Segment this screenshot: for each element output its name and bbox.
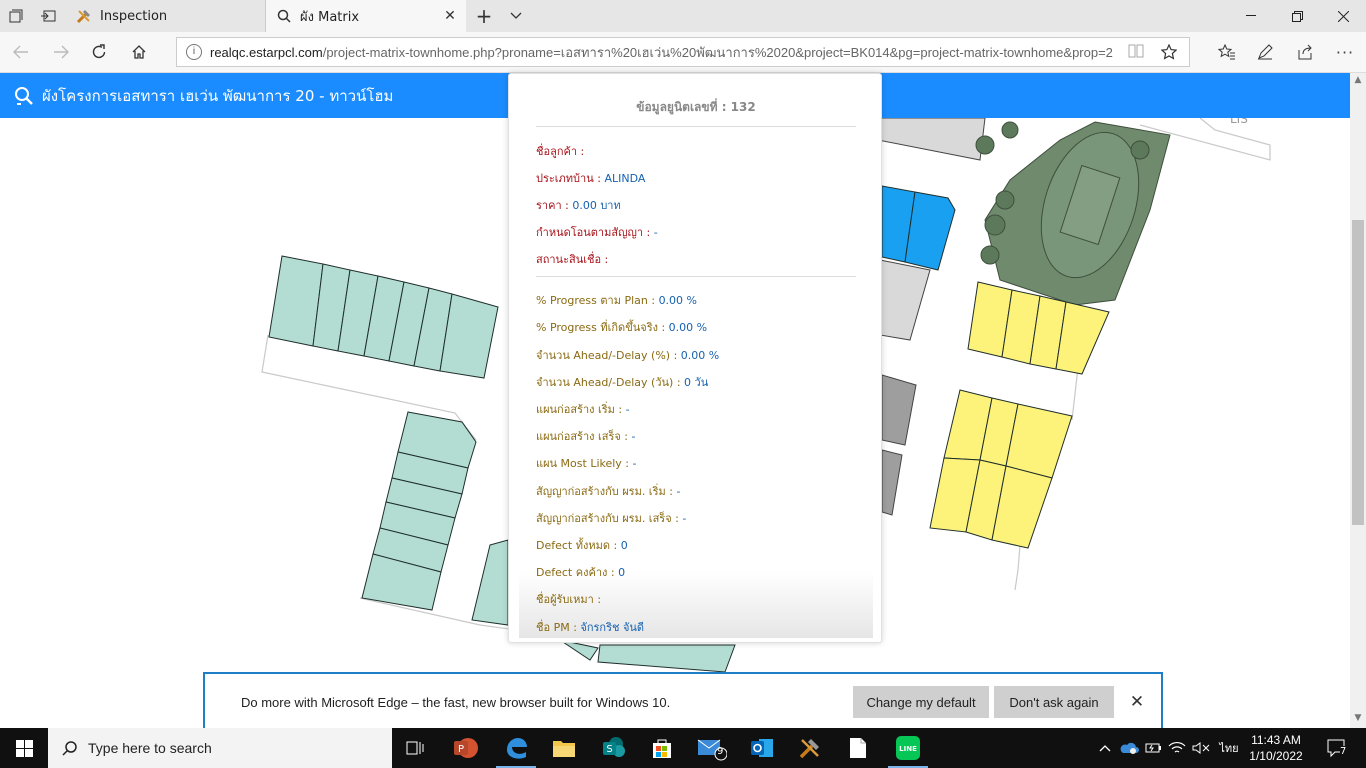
defect-total-row: Defect ทั้งหมด : 0 — [536, 539, 628, 552]
plan-finish-row: แผนก่อสร้าง เสร็จ : - — [536, 430, 636, 443]
popup-title: ข้อมูลยูนิตเลขที่ : 132 — [636, 100, 756, 114]
sharepoint-icon[interactable]: S — [590, 728, 638, 768]
delay-days-row: จำนวน Ahead/-Delay (วัน) : 0 วัน — [536, 376, 709, 389]
change-default-button[interactable]: Change my default — [853, 686, 989, 718]
site-info-icon[interactable]: i — [186, 44, 202, 60]
taskbar: Type here to search P S 9 LINE ไทย 11:43… — [0, 728, 1366, 768]
chevron-up-icon[interactable] — [1096, 728, 1114, 768]
clock-date: 1/10/2022 — [1249, 749, 1303, 763]
scroll-up-icon[interactable]: ▲ — [1350, 75, 1366, 89]
svg-text:S: S — [606, 744, 612, 755]
favorite-star-icon[interactable] — [1160, 43, 1178, 62]
volume-muted-icon[interactable] — [1190, 728, 1212, 768]
notifications-icon[interactable]: 7 — [1318, 728, 1358, 768]
share-icon[interactable] — [1288, 36, 1322, 68]
delay-percent-row: จำนวน Ahead/-Delay (%) : 0.00 % — [536, 349, 720, 362]
forward-icon[interactable] — [44, 36, 78, 68]
close-window-icon[interactable] — [1320, 0, 1366, 32]
battery-icon[interactable] — [1144, 728, 1164, 768]
set-tabs-aside-icon[interactable] — [32, 0, 64, 32]
vertical-scrollbar[interactable]: ▲ ▼ — [1350, 73, 1366, 728]
unit-row-teal-top — [268, 255, 499, 379]
house-type-row: ประเภทบ้าน : ALINDA — [536, 172, 646, 185]
tab-actions-icon[interactable] — [0, 0, 32, 32]
document-icon[interactable] — [834, 728, 882, 768]
wifi-icon[interactable] — [1166, 728, 1188, 768]
unit-info-body: ข้อมูลยูนิตเลขที่ : 132 ชื่อลูกค้า : ประ… — [519, 80, 873, 638]
address-bar-row: i realqc.estarpcl.com/project-matrix-tow… — [0, 32, 1366, 73]
onedrive-icon[interactable] — [1118, 728, 1140, 768]
transfer-date-row: กำหนดโอนตามสัญญา : - — [536, 226, 658, 239]
customer-name-row: ชื่อลูกค้า : — [536, 145, 585, 158]
clock[interactable]: 11:43 AM 1/10/2022 — [1244, 732, 1308, 764]
contract-finish-row: สัญญาก่อสร้างกับ ผรม. เสร็จ : - — [536, 512, 687, 525]
chevron-down-icon[interactable] — [500, 0, 532, 32]
url-path: /project-matrix-townhome.php?proname=เอส… — [322, 44, 1113, 60]
dont-ask-again-button[interactable]: Don't ask again — [994, 686, 1114, 718]
task-view-icon[interactable] — [392, 728, 440, 768]
tools-icon[interactable] — [786, 728, 834, 768]
store-icon[interactable] — [638, 728, 686, 768]
powerpoint-icon[interactable]: P — [442, 728, 490, 768]
reading-view-icon[interactable] — [1127, 44, 1145, 62]
search-icon — [15, 86, 33, 105]
ime-indicator[interactable]: ไทย — [1214, 728, 1244, 768]
close-tab-icon[interactable]: ✕ — [442, 8, 458, 24]
divider — [536, 276, 856, 277]
mail-badge: 9 — [717, 746, 724, 757]
home-icon[interactable] — [122, 36, 156, 68]
back-icon[interactable] — [4, 36, 38, 68]
loan-status-row: สถานะสินเชื่อ : — [536, 253, 609, 266]
most-likely-row: แผน Most Likely : - — [536, 457, 637, 470]
banner-text: Do more with Microsoft Edge – the fast, … — [241, 695, 671, 710]
unit-column-teal — [361, 411, 477, 611]
search-icon — [276, 8, 292, 24]
divider — [536, 126, 856, 127]
svg-text:LINE: LINE — [899, 745, 917, 753]
search-placeholder: Type here to search — [88, 740, 212, 756]
page-title: ผังโครงการเอสทารา เฮเว่น พัฒนาการ 20 - ท… — [42, 86, 394, 105]
tools-icon — [76, 8, 92, 24]
edge-promo-banner: Do more with Microsoft Edge – the fast, … — [203, 672, 1163, 728]
new-tab-icon[interactable]: + — [468, 0, 500, 32]
tab-inspection[interactable]: Inspection — [66, 0, 266, 32]
contractor-row: ชื่อผู้รับเหมา : — [536, 593, 602, 606]
url-host: realqc.estarpcl.com — [210, 44, 323, 60]
tab-title: ผัง Matrix — [300, 9, 360, 25]
pen-icon[interactable] — [1248, 36, 1282, 68]
restore-icon[interactable] — [1274, 0, 1320, 32]
refresh-icon[interactable] — [82, 36, 116, 68]
favorites-icon[interactable] — [1210, 36, 1244, 68]
scroll-thumb[interactable] — [1352, 220, 1364, 525]
file-explorer-icon[interactable] — [540, 728, 588, 768]
tab-title: Inspection — [100, 8, 168, 24]
mail-icon[interactable]: 9 — [688, 728, 736, 768]
windows-start-icon[interactable] — [0, 728, 48, 768]
svg-text:P: P — [458, 744, 464, 755]
park — [975, 121, 1171, 306]
defect-pending-row: Defect คงค้าง : 0 — [536, 566, 626, 579]
clock-time: 11:43 AM — [1251, 733, 1301, 747]
tab-strip: Inspection ผัง Matrix ✕ + — [0, 0, 1366, 32]
url-field[interactable]: i realqc.estarpcl.com/project-matrix-tow… — [176, 37, 1190, 67]
line-app-icon[interactable]: LINE — [884, 728, 932, 768]
taskbar-search-box[interactable]: Type here to search — [48, 728, 392, 768]
map-label: LIS — [1230, 118, 1248, 126]
progress-plan-row: % Progress ตาม Plan : 0.00 % — [536, 294, 698, 307]
search-icon — [62, 741, 77, 756]
tab-matrix[interactable]: ผัง Matrix ✕ — [266, 0, 466, 32]
plan-start-row: แผนก่อสร้าง เริ่ม : - — [536, 403, 630, 416]
close-icon[interactable]: ✕ — [1127, 692, 1147, 712]
contract-start-row: สัญญาก่อสร้างกับ ผรม. เริ่ม : - — [536, 485, 681, 498]
outlook-icon[interactable] — [738, 728, 786, 768]
unit-info-popup: ข้อมูลยูนิตเลขที่ : 132 ชื่อลูกค้า : ประ… — [508, 73, 882, 643]
minimize-icon[interactable] — [1228, 0, 1274, 32]
edge-icon[interactable] — [492, 728, 540, 768]
scroll-down-icon[interactable]: ▼ — [1350, 713, 1366, 727]
progress-actual-row: % Progress ที่เกิดขึ้นจริง : 0.00 % — [536, 321, 708, 334]
pm-name-row: ชื่อ PM : จักรกริช จันดี — [536, 621, 645, 634]
price-row: ราคา : 0.00 บาท — [536, 199, 621, 212]
more-icon[interactable]: ··· — [1328, 36, 1362, 68]
notifications-count: 7 — [1340, 746, 1347, 757]
